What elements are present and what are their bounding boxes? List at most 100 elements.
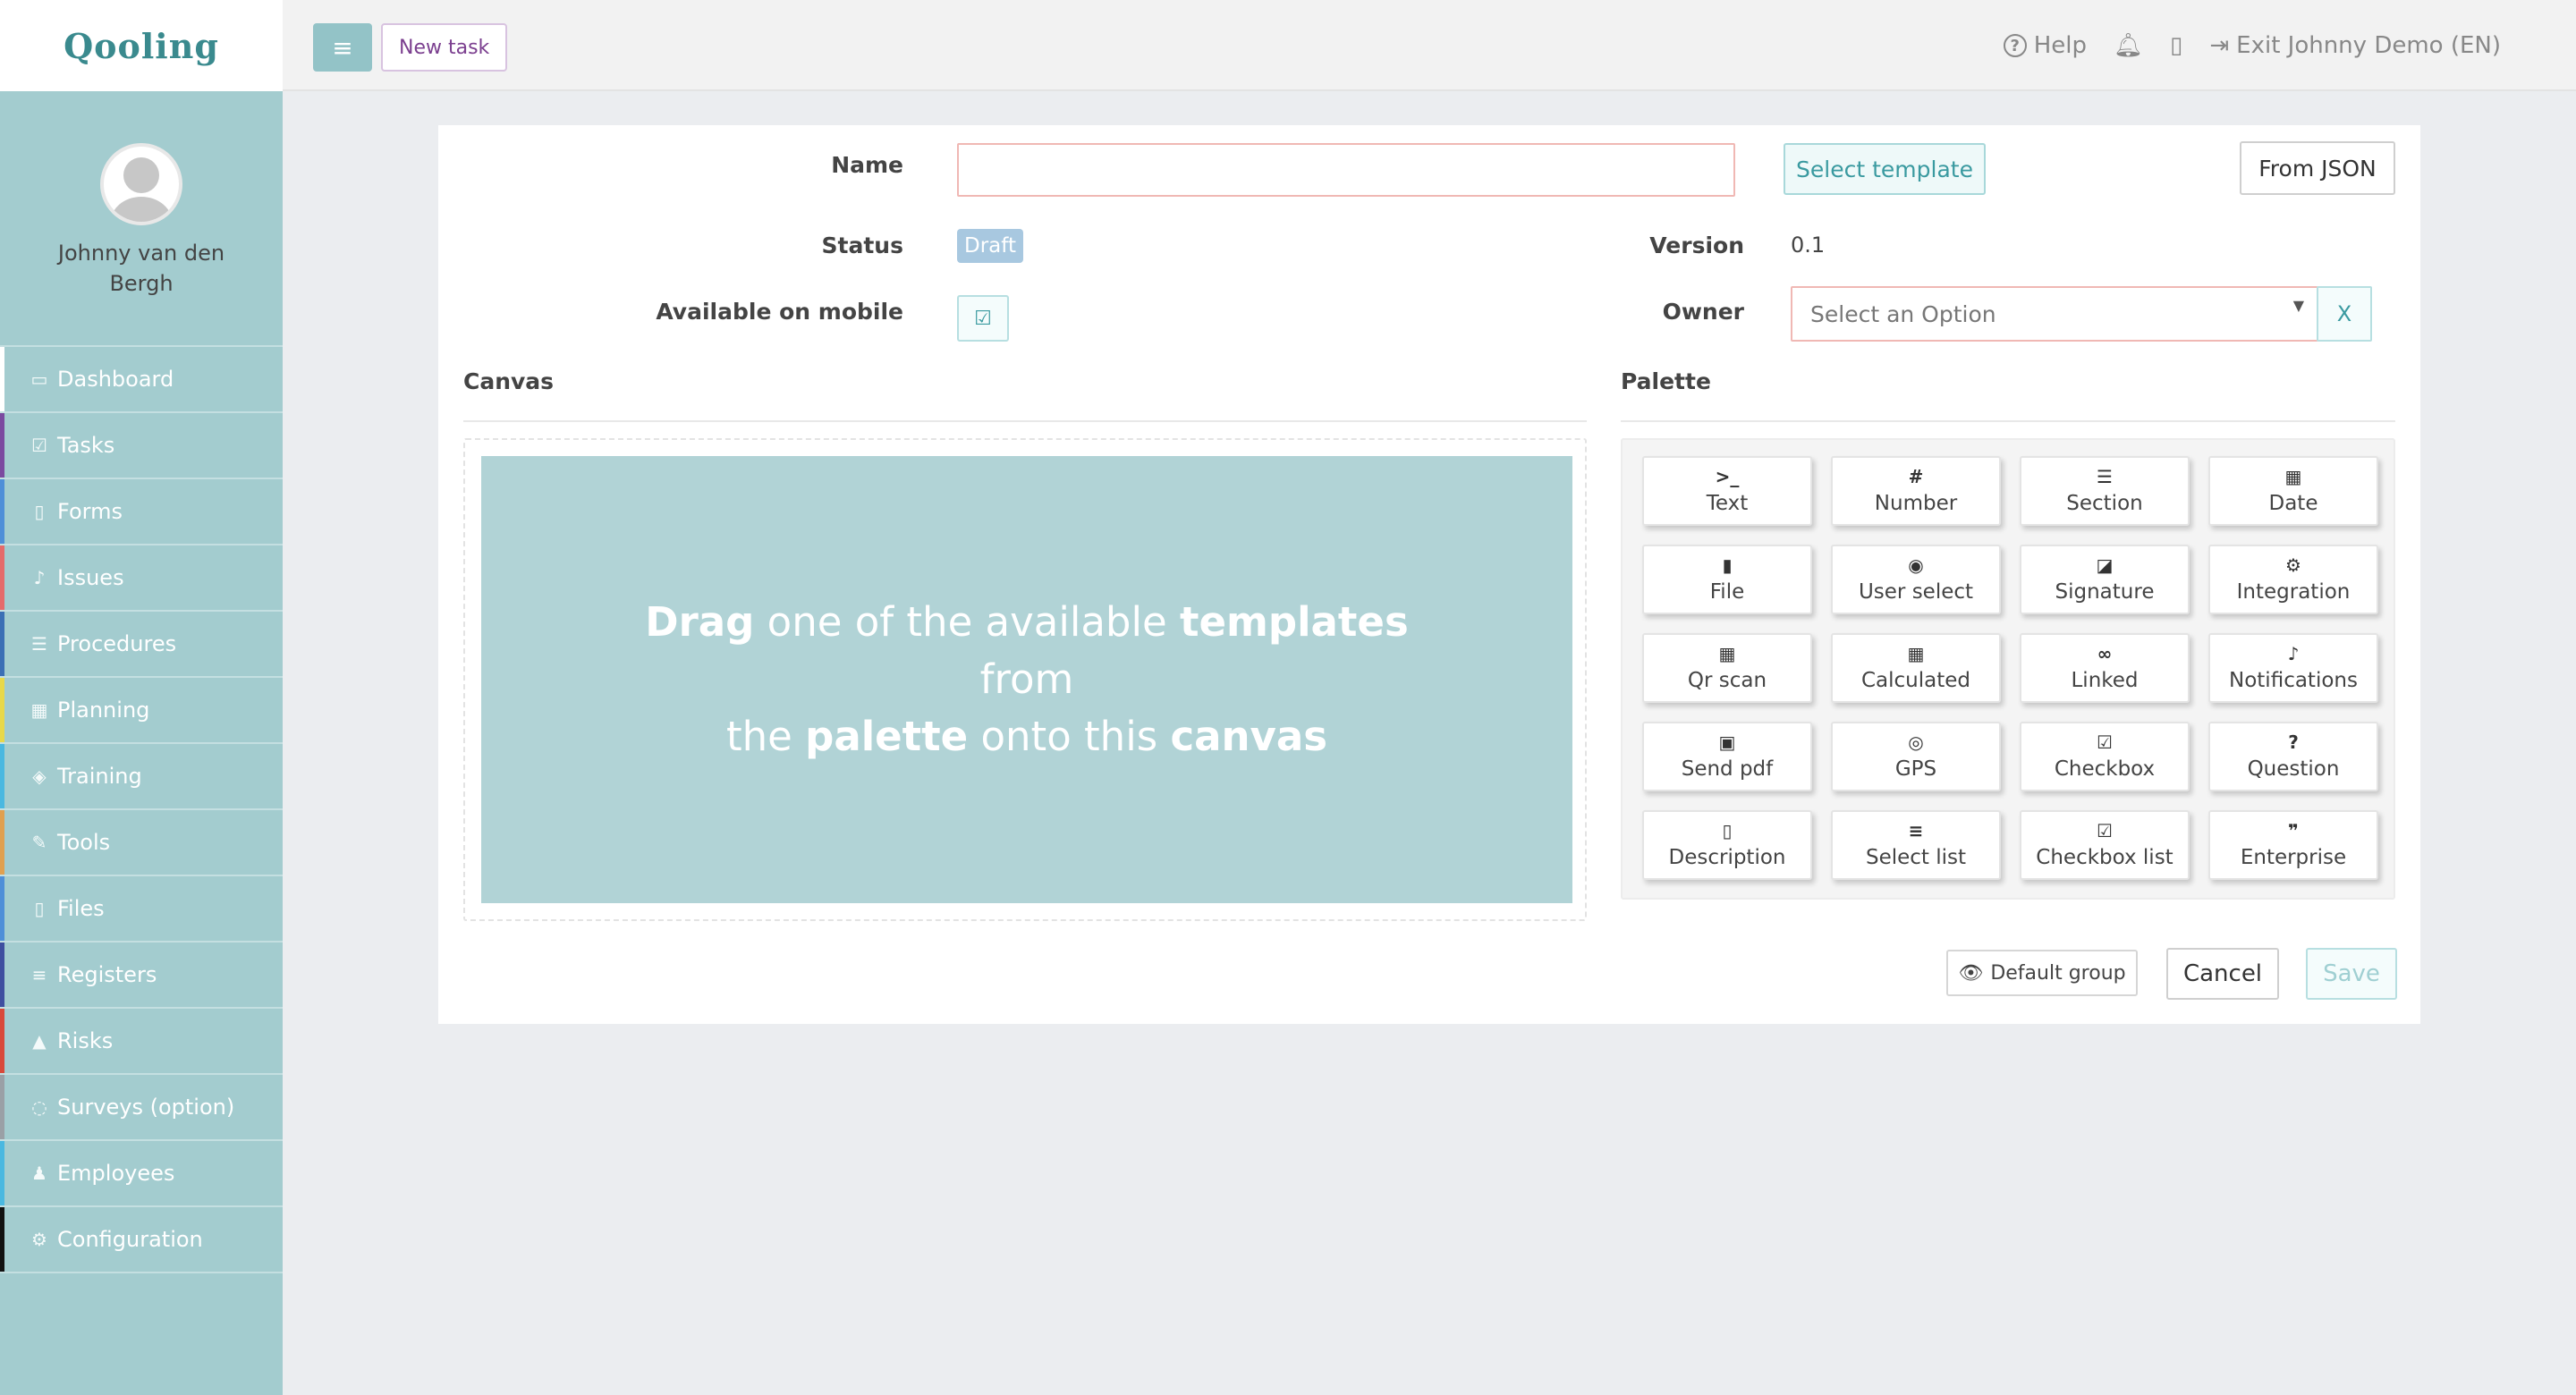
palette-item-label: GPS: [1894, 757, 1937, 781]
tablet-icon: ▯: [2170, 32, 2183, 59]
sidebar-item-label: Configuration: [57, 1227, 203, 1252]
question-circle-icon: ?: [2003, 34, 2027, 57]
palette-item-label: Signature: [2055, 580, 2155, 604]
from-json-button[interactable]: From JSON: [2240, 141, 2395, 195]
palette-item-label: Text: [1706, 492, 1749, 515]
palette-item-section[interactable]: ☰ Section: [2020, 456, 2190, 526]
palette-item-gps[interactable]: ◎ GPS: [1831, 722, 2001, 791]
sidebar-item-training[interactable]: ◈ Training: [0, 744, 283, 810]
default-group-button[interactable]: 👁︎ Default group: [1946, 950, 2138, 996]
palette-item-file[interactable]: ▮ File: [1642, 545, 1812, 614]
palette-item-label: Section: [2066, 492, 2143, 515]
pen-square-icon: ◪: [2096, 554, 2114, 576]
available-on-mobile-checkbox[interactable]: ☑: [957, 295, 1009, 342]
list-alt-icon: ☰: [31, 633, 47, 655]
nav-color-stripe: [0, 1207, 4, 1272]
sidebar-item-forms[interactable]: ▯ Forms: [0, 479, 283, 545]
select-template-button[interactable]: Select template: [1784, 143, 1986, 195]
bell-icon: 🔔︎: [2114, 32, 2144, 59]
new-task-button[interactable]: New task: [381, 23, 508, 72]
palette-item-select-list[interactable]: ≡ Select list: [1831, 810, 2001, 880]
palette-item-user-select[interactable]: ◉ User select: [1831, 545, 2001, 614]
cancel-button[interactable]: Cancel: [2166, 948, 2279, 1000]
palette-item-label: User select: [1858, 580, 1974, 604]
palette-item-calculated[interactable]: ▦ Calculated: [1831, 633, 2001, 703]
palette-item-text[interactable]: >_ Text: [1642, 456, 1812, 526]
palette-item-checkbox[interactable]: ☑ Checkbox: [2020, 722, 2190, 791]
owner-clear-button[interactable]: X: [2317, 286, 2372, 342]
version-label: Version: [1649, 232, 1744, 258]
sidebar-item-tools[interactable]: ✎ Tools: [0, 810, 283, 876]
logo[interactable]: Qooling: [0, 0, 283, 91]
palette-item-signature[interactable]: ◪ Signature: [2020, 545, 2190, 614]
palette-item-label: Notifications: [2229, 669, 2358, 692]
canvas-drop-zone[interactable]: Drag one of the available templates from…: [481, 456, 1572, 903]
sidebar-item-label: Employees: [57, 1161, 175, 1186]
palette-item-linked[interactable]: ∞ Linked: [2020, 633, 2190, 703]
palette-item-label: Question: [2247, 757, 2340, 781]
palette-item-label: Calculated: [1860, 669, 1971, 692]
palette-item-checkbox-list[interactable]: ☑ Checkbox list: [2020, 810, 2190, 880]
sidebar-item-risks[interactable]: ▲ Risks: [0, 1009, 283, 1075]
palette-item-qr-scan[interactable]: ▦ Qr scan: [1642, 633, 1812, 703]
exit-link[interactable]: ⇥ Exit Johnny Demo (EN): [2209, 32, 2501, 59]
top-right-menu: ? Help 🔔︎ ▯ ⇥ Exit Johnny Demo (EN): [2003, 0, 2501, 91]
sidebar-item-procedures[interactable]: ☰ Procedures: [0, 612, 283, 678]
sign-out-icon: ⇥: [2209, 32, 2230, 59]
hamburger-icon: ≡: [332, 32, 353, 63]
list-alt-icon: ☰: [2097, 466, 2113, 487]
default-group-label: Default group: [1990, 961, 2126, 985]
palette-item-date[interactable]: ▦ Date: [2208, 456, 2378, 526]
sidebar-item-registers[interactable]: ≡ Registers: [0, 943, 283, 1009]
save-button[interactable]: Save: [2306, 948, 2397, 1000]
sidebar-item-dashboard[interactable]: ▭ Dashboard: [0, 347, 283, 413]
sidebar: Qooling Johnny van den Bergh ▭ Dashboard ☑…: [0, 0, 283, 1395]
sidebar-item-configuration[interactable]: ⚙ Configuration: [0, 1207, 283, 1273]
nav-color-stripe: [0, 1141, 4, 1205]
palette-item-label: Send pdf: [1681, 757, 1774, 781]
palette-item-notifications[interactable]: ♪ Notifications: [2208, 633, 2378, 703]
sidebar-item-employees[interactable]: ♟ Employees: [0, 1141, 283, 1207]
canvas-area: Drag one of the available templates from…: [463, 438, 1587, 921]
check-square-icon: ☑: [31, 435, 47, 456]
canvas-divider: [463, 420, 1587, 422]
owner-select[interactable]: Select an Option ▼: [1791, 286, 2318, 342]
sidebar-item-label: Tools: [57, 830, 111, 855]
comments-icon: ◌: [31, 1096, 47, 1118]
palette-item-label: File: [1709, 580, 1745, 604]
file-pdf-icon: ▯: [34, 898, 45, 919]
palette-item-label: Linked: [2071, 669, 2139, 692]
sidebar-item-label: Registers: [57, 962, 157, 987]
terminal-icon: >_: [1715, 466, 1740, 487]
list-ol-icon: ≡: [1908, 820, 1924, 841]
hashtag-icon: #: [1908, 466, 1924, 487]
palette-item-integration[interactable]: ⚙ Integration: [2208, 545, 2378, 614]
check-square-icon: ☑: [2097, 731, 2113, 753]
sidebar-item-files[interactable]: ▯ Files: [0, 876, 283, 943]
nav-color-stripe: [0, 943, 4, 1007]
palette-item-description[interactable]: ▯ Description: [1642, 810, 1812, 880]
exit-label: Exit Johnny Demo (EN): [2236, 32, 2501, 59]
user-profile: Johnny van den Bergh: [0, 91, 283, 347]
palette-item-question[interactable]: ? Question: [2208, 722, 2378, 791]
palette-item-send-pdf[interactable]: ▣ Send pdf: [1642, 722, 1812, 791]
logo-text: Qooling: [64, 25, 219, 66]
sidebar-item-issues[interactable]: ♪ Issues: [0, 545, 283, 612]
help-link[interactable]: ? Help: [2003, 32, 2087, 59]
sidebar-item-label: Tasks: [57, 433, 115, 458]
file-text-icon: ▯: [1722, 820, 1733, 841]
sidebar-item-planning[interactable]: ▦ Planning: [0, 678, 283, 744]
name-input[interactable]: [957, 143, 1735, 197]
notifications-button[interactable]: 🔔︎: [2114, 32, 2143, 59]
nav-color-stripe: [0, 479, 4, 544]
menu-toggle-button[interactable]: ≡: [313, 23, 372, 72]
sidebar-item-surveys-option[interactable]: ◌ Surveys (option): [0, 1075, 283, 1141]
palette-item-enterprise[interactable]: ❞ Enterprise: [2208, 810, 2378, 880]
tablet-button[interactable]: ▯: [2170, 32, 2182, 59]
sidebar-item-tasks[interactable]: ☑ Tasks: [0, 413, 283, 479]
palette-item-number[interactable]: # Number: [1831, 456, 2001, 526]
avatar[interactable]: [100, 143, 182, 225]
user-circle-icon: ◉: [1908, 554, 1924, 576]
nav-color-stripe: [0, 413, 4, 478]
palette-item-label: Checkbox: [2054, 757, 2156, 781]
